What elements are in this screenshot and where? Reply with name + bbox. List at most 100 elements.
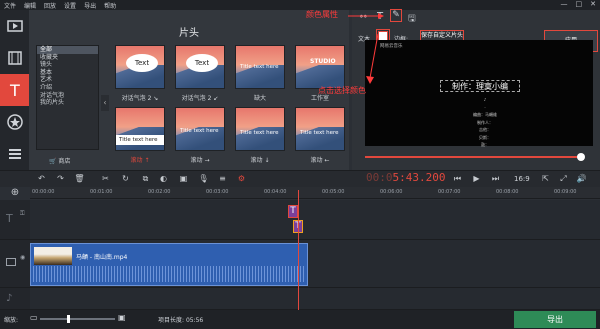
title-track-header: T ⚿ bbox=[0, 200, 30, 239]
track-lock-icon[interactable]: ⚿ bbox=[20, 210, 25, 218]
zoom-in-icon[interactable]: ▣ bbox=[118, 313, 126, 322]
preview-credits: ♪ · 编曲：马頔维 制作人： 吉他： 贝斯： 鼓： bbox=[465, 96, 505, 149]
timeline-ruler[interactable]: 00:00:00 00:01:00 00:02:00 00:03:00 00:0… bbox=[30, 187, 600, 199]
menu-help[interactable]: 帮助 bbox=[104, 1, 116, 10]
popout-icon[interactable]: ⇱ bbox=[540, 173, 551, 184]
ruler-tick: 00:07:00 bbox=[438, 189, 461, 195]
menu-playback[interactable]: 回放 bbox=[44, 1, 56, 10]
annotation-color-property: 颜色属性 bbox=[306, 10, 338, 19]
aspect-ratio-button[interactable]: 16:9 bbox=[514, 175, 530, 183]
list-icon bbox=[8, 149, 21, 159]
redo-icon[interactable]: ↷ bbox=[55, 173, 66, 184]
thumb-label: 对话气泡 2 ↙ bbox=[181, 95, 219, 102]
thumb-caption: Title text here bbox=[240, 130, 279, 136]
menu-export[interactable]: 导出 bbox=[84, 1, 96, 10]
audio-track[interactable]: ♪ bbox=[0, 288, 600, 310]
rotate-icon[interactable]: ↻ bbox=[120, 173, 131, 184]
tool-filmstrip[interactable] bbox=[0, 42, 29, 74]
equalizer-icon[interactable]: ≡ bbox=[217, 173, 228, 184]
timecode-value: 5:43.200 bbox=[392, 171, 446, 184]
skip-back-icon[interactable]: ⏮ bbox=[452, 173, 463, 184]
store-button[interactable]: 🛒 商店 bbox=[49, 156, 70, 165]
title-thumb[interactable]: Text bbox=[175, 45, 225, 89]
zoom-slider[interactable] bbox=[40, 315, 115, 323]
tool-more[interactable] bbox=[0, 138, 29, 170]
thumb-label: 滚动 ← bbox=[310, 157, 330, 164]
annotation-arrows bbox=[348, 13, 384, 84]
crop-icon[interactable]: ⧉ bbox=[140, 173, 151, 184]
store-label: 商店 bbox=[58, 158, 71, 165]
left-tool-rail: T bbox=[0, 10, 29, 170]
cut-icon[interactable]: ✂ bbox=[100, 173, 111, 184]
delete-icon[interactable]: 🗑 bbox=[74, 173, 85, 184]
menu-bar: 文件 编辑 回放 设置 导出 帮助 bbox=[0, 0, 600, 10]
close-button[interactable]: ✕ bbox=[590, 0, 596, 8]
color-adjust-icon[interactable]: ◐ bbox=[158, 173, 169, 184]
zoom-slider-handle[interactable] bbox=[67, 315, 70, 323]
minimize-button[interactable]: — bbox=[561, 0, 568, 8]
duration-label: 项目长度: bbox=[158, 317, 185, 324]
preview-title-text[interactable]: 制作：理寞小编 bbox=[440, 80, 520, 92]
playhead[interactable] bbox=[298, 190, 299, 310]
image-icon[interactable]: ▣ bbox=[178, 173, 189, 184]
edit-toolbar bbox=[0, 170, 600, 187]
settings-gear-icon[interactable]: ⚙ bbox=[236, 173, 247, 184]
category-item[interactable]: 介绍 bbox=[37, 84, 98, 92]
credit-line: 贝斯： bbox=[479, 134, 491, 140]
maximize-button[interactable]: □ bbox=[576, 0, 583, 8]
track-mute-icon[interactable]: ◉ bbox=[20, 254, 25, 261]
title-thumb[interactable]: STUDIO bbox=[295, 45, 345, 89]
seek-bar[interactable] bbox=[365, 156, 582, 158]
category-item[interactable]: 我的片头 bbox=[37, 99, 98, 107]
video-clip[interactable]: 马頔 - 南山南.mp4 bbox=[30, 243, 308, 286]
export-button[interactable]: 导出 bbox=[514, 311, 596, 328]
save-icon[interactable]: 🖫 bbox=[408, 11, 416, 27]
zoom-out-icon[interactable]: ▭ bbox=[30, 313, 38, 322]
audio-waveform bbox=[33, 266, 305, 282]
ruler-tick: 00:04:00 bbox=[264, 189, 287, 195]
title-thumb[interactable]: Text bbox=[115, 45, 165, 89]
video-track-icon bbox=[6, 258, 16, 266]
music-note-icon: ♪ bbox=[6, 293, 13, 304]
audio-track-header: ♪ bbox=[0, 288, 30, 309]
category-item[interactable]: 全部 bbox=[37, 46, 98, 54]
chevron-left-icon: ‹ bbox=[103, 98, 107, 107]
microphone-icon[interactable]: 🎙 bbox=[198, 173, 209, 184]
volume-icon[interactable]: 🔊 bbox=[576, 173, 587, 184]
collapse-panel-button[interactable]: ‹ bbox=[101, 95, 109, 111]
credit-line: · bbox=[484, 104, 486, 110]
skip-forward-icon[interactable]: ⏭ bbox=[490, 173, 501, 184]
video-track-header: ◉ bbox=[0, 240, 30, 287]
credit-line: 制作人： bbox=[477, 119, 493, 125]
tool-stickers[interactable] bbox=[0, 106, 29, 138]
menu-file[interactable]: 文件 bbox=[4, 1, 16, 10]
fullscreen-icon[interactable]: ⤢ bbox=[558, 173, 569, 184]
undo-icon[interactable]: ↶ bbox=[36, 173, 47, 184]
tool-media[interactable] bbox=[0, 10, 29, 42]
title-thumb[interactable]: Title text here bbox=[115, 107, 165, 151]
seek-handle[interactable] bbox=[577, 153, 585, 161]
svg-text:T: T bbox=[9, 82, 20, 98]
category-item[interactable]: 艺术 bbox=[37, 76, 98, 84]
ruler-tick: 00:06:00 bbox=[380, 189, 403, 195]
thumb-caption: Title text here bbox=[180, 128, 219, 134]
title-thumb[interactable]: Title text here bbox=[295, 107, 345, 151]
menu-settings[interactable]: 设置 bbox=[64, 1, 76, 10]
thumb-caption: STUDIO bbox=[310, 58, 336, 65]
title-clip[interactable]: T bbox=[288, 205, 298, 218]
clip-name: 马頔 - 南山南.mp4 bbox=[76, 254, 128, 261]
credit-line: ♪ bbox=[483, 97, 487, 102]
add-track-icon[interactable]: ⊕ bbox=[9, 187, 21, 199]
video-preview[interactable]: 网易云音乐 制作：理寞小编 ♪ · 编曲：马頔维 制作人： 吉他： 贝斯： 鼓： bbox=[365, 40, 593, 149]
title-thumb[interactable]: Title text here bbox=[175, 107, 225, 151]
title-thumb[interactable]: Title text here bbox=[235, 107, 285, 151]
menu-edit[interactable]: 编辑 bbox=[24, 1, 36, 10]
play-icon[interactable]: ▶ bbox=[471, 173, 482, 184]
thumb-label: 缺大 bbox=[253, 95, 266, 102]
timecode-display: 00:05:43.200 bbox=[366, 171, 445, 184]
category-item[interactable]: 镜头 bbox=[37, 61, 98, 69]
ruler-tick: 00:05:00 bbox=[322, 189, 345, 195]
title-thumb[interactable]: Title text here bbox=[235, 45, 285, 89]
tool-titles[interactable]: T bbox=[0, 74, 29, 106]
credit-line: 吉他： bbox=[479, 127, 491, 132]
